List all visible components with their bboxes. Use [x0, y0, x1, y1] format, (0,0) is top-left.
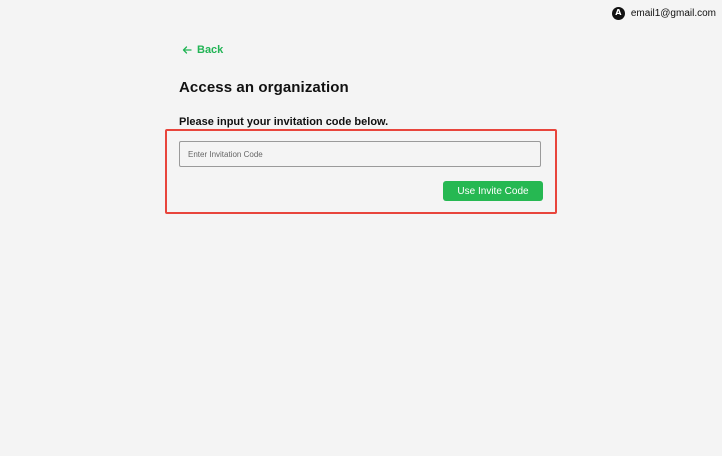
- use-invite-code-button[interactable]: Use Invite Code: [443, 181, 543, 201]
- account-menu[interactable]: A email1@gmail.com: [611, 6, 716, 20]
- back-link-label[interactable]: Back: [197, 44, 223, 56]
- access-organization-page: A email1@gmail.com Back Access an organi…: [0, 0, 722, 456]
- account-email[interactable]: email1@gmail.com: [631, 8, 716, 19]
- arrow-left-icon: [182, 45, 192, 55]
- instruction-text: Please input your invitation code below.: [179, 116, 389, 128]
- avatar[interactable]: A: [611, 6, 625, 20]
- back-link[interactable]: Back: [182, 44, 223, 56]
- invitation-code-input[interactable]: [179, 141, 541, 167]
- page-title: Access an organization: [179, 79, 349, 96]
